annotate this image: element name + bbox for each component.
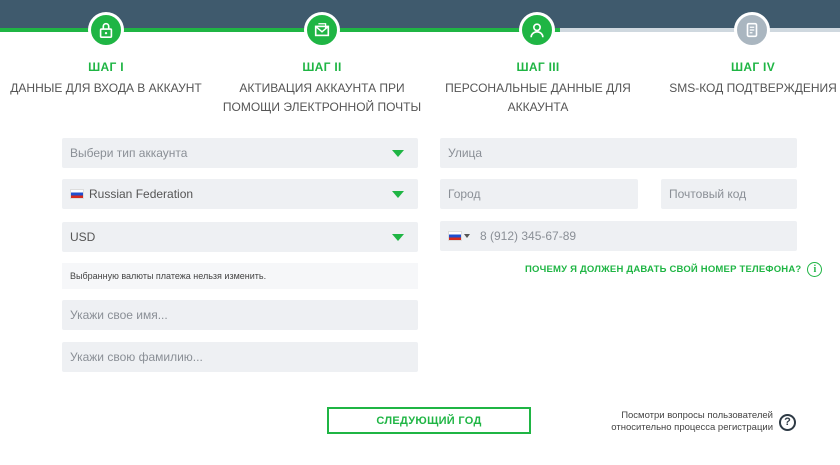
next-step-button[interactable]: СЛЕДУЮЩИЙ ГОД (327, 407, 531, 434)
step-4-title: ШАГ IV (731, 60, 775, 74)
russia-flag-icon (448, 231, 462, 241)
first-name-placeholder: Укажи свое имя... (70, 308, 168, 322)
step-3-description: ПЕРСОНАЛЬНЫЕ ДАННЫЕ ДЛЯ АККАУНТА (445, 81, 631, 114)
currency-select[interactable]: USD (62, 222, 418, 252)
faq-text: Посмотри вопросы пользователей относител… (611, 410, 773, 434)
last-name-placeholder: Укажи свою фамилию... (70, 350, 203, 364)
info-icon: i (807, 262, 823, 277)
faq-line-2: относительно процесса регистрации (611, 422, 773, 433)
city-placeholder: Город (448, 187, 481, 201)
faq-line-1: Посмотри вопросы пользователей (621, 410, 773, 421)
last-name-input[interactable]: Укажи свою фамилию... (62, 342, 418, 372)
country-value: Russian Federation (89, 187, 194, 201)
currency-value: USD (70, 230, 96, 244)
why-phone-link[interactable]: ПОЧЕМУ Я ДОЛЖЕН ДАВАТЬ СВОЙ НОМЕР ТЕЛЕФО… (525, 262, 823, 277)
chevron-down-icon (392, 191, 404, 198)
step-1-title: ШАГ I (88, 60, 124, 74)
first-name-input[interactable]: Укажи свое имя... (62, 300, 418, 330)
user-icon (519, 12, 555, 48)
postal-code-input[interactable]: Почтовый код (661, 179, 797, 209)
step-4-description: SMS-КОД ПОДТВЕРЖДЕНИЯ (669, 81, 837, 95)
phone-placeholder: 8 (912) 345-67-89 (480, 229, 577, 243)
account-type-select[interactable]: Выбери тип аккаунта (62, 138, 418, 168)
why-phone-label: ПОЧЕМУ Я ДОЛЖЕН ДАВАТЬ СВОЙ НОМЕР ТЕЛЕФО… (525, 264, 802, 275)
chevron-down-icon (392, 150, 404, 157)
lock-icon (88, 12, 124, 48)
step-3-title: ШАГ III (516, 60, 560, 74)
chevron-down-icon (392, 234, 404, 241)
header-band (0, 0, 840, 30)
step-1-description: ДАННЫЕ ДЛЯ ВХОДА В АККАУНТ (10, 81, 202, 95)
chevron-down-icon (464, 234, 470, 238)
country-select[interactable]: Russian Federation (62, 179, 418, 209)
envelope-icon (304, 12, 340, 48)
street-placeholder: Улица (448, 146, 483, 160)
faq-link[interactable]: Посмотри вопросы пользователей относител… (600, 410, 796, 434)
progress-bar-remaining (560, 28, 840, 32)
currency-note: Выбранную валюты платежа нельзя изменить… (62, 263, 418, 289)
step-2-title: ШАГ II (302, 60, 342, 74)
account-type-placeholder: Выбери тип аккаунта (70, 146, 188, 160)
russia-flag-icon (70, 189, 84, 199)
help-question-icon: ? (779, 413, 796, 431)
progress-bar-completed (0, 28, 560, 32)
phone-input[interactable]: 8 (912) 345-67-89 (440, 221, 797, 251)
street-input[interactable]: Улица (440, 138, 797, 168)
postal-code-placeholder: Почтовый код (669, 187, 747, 201)
phone-country-picker[interactable] (448, 231, 470, 241)
sms-icon (734, 12, 770, 48)
step-2-description: АКТИВАЦИЯ АККАУНТА ПРИ ПОМОЩИ ЭЛЕКТРОННО… (222, 81, 422, 114)
city-input[interactable]: Город (440, 179, 638, 209)
